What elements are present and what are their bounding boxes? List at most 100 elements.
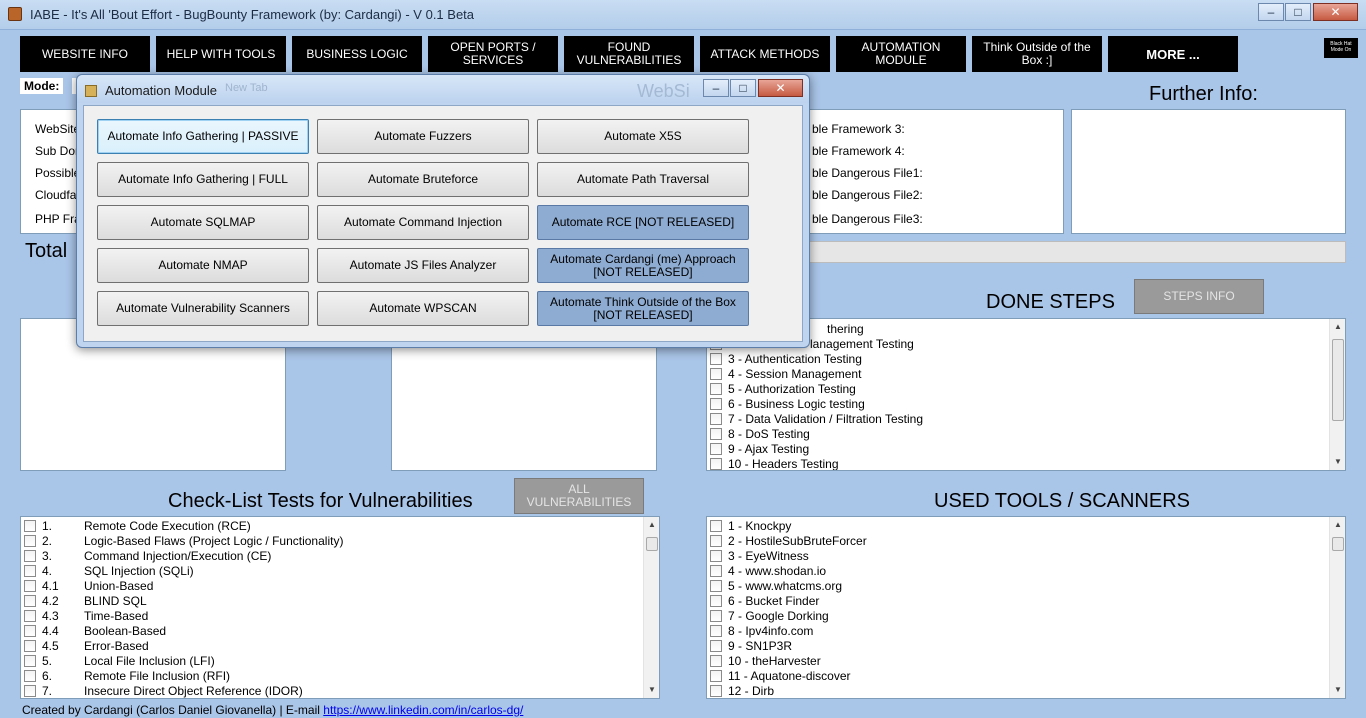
checkbox[interactable] [710, 564, 722, 577]
nav-attack-methods[interactable]: ATTACK METHODS [700, 36, 830, 72]
checkbox[interactable] [710, 412, 722, 425]
list-item[interactable]: 1. Remote Code Execution (RCE) [24, 518, 251, 533]
automate-sqlmap-button[interactable]: Automate SQLMAP [97, 205, 309, 240]
list-item[interactable]: 3 - Authentication Testing [710, 351, 862, 366]
list-item[interactable]: 6. Remote File Inclusion (RFI) [24, 668, 230, 683]
dialog-close-button[interactable]: ✕ [758, 79, 803, 97]
list-item[interactable]: 3. Command Injection/Execution (CE) [24, 548, 271, 563]
nav-open-ports[interactable]: OPEN PORTS / SERVICES [428, 36, 558, 72]
list-item[interactable]: 4 - Session Management [710, 366, 861, 381]
linkedin-link[interactable]: https://www.linkedin.com/in/carlos-dg/ [323, 703, 523, 717]
list-item[interactable]: 2. Logic-Based Flaws (Project Logic / Fun… [24, 533, 343, 548]
checkbox[interactable] [24, 579, 36, 592]
scroll-up-icon[interactable]: ▲ [1330, 517, 1345, 533]
automate-js-files-analyzer-button[interactable]: Automate JS Files Analyzer [317, 248, 529, 283]
list-item[interactable]: 5. Local File Inclusion (LFI) [24, 653, 215, 668]
minimize-button[interactable]: – [1258, 3, 1284, 21]
list-item[interactable]: 4.5 Error-Based [24, 638, 149, 653]
scroll-thumb[interactable] [646, 537, 658, 551]
checkbox[interactable] [24, 609, 36, 622]
nav-think-outside[interactable]: Think Outside of the Box :] [972, 36, 1102, 72]
automate-rce-button[interactable]: Automate RCE [NOT RELEASED] [537, 205, 749, 240]
scroll-down-icon[interactable]: ▼ [644, 682, 659, 698]
checkbox[interactable] [24, 624, 36, 637]
dialog-titlebar[interactable]: Automation Module New Tab WebSi – □ ✕ [77, 75, 809, 103]
list-item[interactable]: 11 - Aquatone-discover [710, 668, 851, 683]
list-item[interactable]: 4.4 Boolean-Based [24, 623, 166, 638]
checkbox[interactable] [24, 684, 36, 697]
list-item[interactable]: 8 - Ipv4info.com [710, 623, 813, 638]
checkbox[interactable] [710, 367, 722, 380]
list-item[interactable]: 6 - Business Logic testing [710, 396, 865, 411]
checkbox[interactable] [710, 534, 722, 547]
checkbox[interactable] [710, 442, 722, 455]
nav-website-info[interactable]: WEBSITE INFO [20, 36, 150, 72]
checkbox[interactable] [710, 519, 722, 532]
scroll-up-icon[interactable]: ▲ [644, 517, 659, 533]
scroll-down-icon[interactable]: ▼ [1330, 682, 1345, 698]
checkbox[interactable] [710, 457, 722, 470]
nav-found-vulnerabilities[interactable]: FOUND VULNERABILITIES [564, 36, 694, 72]
checkbox[interactable] [710, 594, 722, 607]
nav-automation-module[interactable]: AUTOMATION MODULE [836, 36, 966, 72]
list-item[interactable]: 4.2 BLIND SQL [24, 593, 147, 608]
done-steps-scrollbar[interactable]: ▲ ▼ [1329, 319, 1345, 470]
checkbox[interactable] [710, 352, 722, 365]
checkbox[interactable] [24, 549, 36, 562]
all-vulnerabilities-button[interactable]: ALL VULNERABILITIES [514, 478, 644, 514]
automate-bruteforce-button[interactable]: Automate Bruteforce [317, 162, 529, 197]
dialog-minimize-button[interactable]: – [703, 79, 729, 97]
automate-xss-button[interactable]: Automate X5S [537, 119, 749, 154]
list-item[interactable]: 8 - DoS Testing [710, 426, 810, 441]
automate-wpscan-button[interactable]: Automate WPSCAN [317, 291, 529, 326]
list-item[interactable]: 2 - HostileSubBruteForcer [710, 533, 867, 548]
checkbox[interactable] [24, 669, 36, 682]
checkbox[interactable] [710, 549, 722, 562]
checkbox[interactable] [710, 397, 722, 410]
checkbox[interactable] [710, 427, 722, 440]
list-item[interactable]: 4. SQL Injection (SQLi) [24, 563, 194, 578]
checkbox[interactable] [24, 654, 36, 667]
checkbox[interactable] [24, 534, 36, 547]
automate-fuzzers-button[interactable]: Automate Fuzzers [317, 119, 529, 154]
checklist-scrollbar[interactable]: ▲ ▼ [643, 517, 659, 698]
checkbox[interactable] [710, 684, 722, 697]
automate-nmap-button[interactable]: Automate NMAP [97, 248, 309, 283]
checkbox[interactable] [710, 579, 722, 592]
checkbox[interactable] [710, 639, 722, 652]
steps-info-button[interactable]: STEPS INFO [1134, 279, 1264, 314]
scroll-up-icon[interactable]: ▲ [1330, 319, 1345, 335]
list-item[interactable]: 4.3 Time-Based [24, 608, 148, 623]
scroll-down-icon[interactable]: ▼ [1330, 454, 1345, 470]
checkbox[interactable] [710, 624, 722, 637]
nav-business-logic[interactable]: BUSINESS LOGIC [292, 36, 422, 72]
automate-info-gathering-passive-button[interactable]: Automate Info Gathering | PASSIVE [97, 119, 309, 154]
list-item[interactable]: 10 - Headers Testing [710, 456, 839, 470]
list-item[interactable]: 12 - Dirb [710, 683, 774, 698]
automate-info-gathering-full-button[interactable]: Automate Info Gathering | FULL [97, 162, 309, 197]
list-item[interactable]: 5 - Authorization Testing [710, 381, 856, 396]
list-item[interactable]: 4.1 Union-Based [24, 578, 153, 593]
black-hat-mode-button[interactable]: Black Hat Mode On [1324, 38, 1358, 58]
automate-path-traversal-button[interactable]: Automate Path Traversal [537, 162, 749, 197]
list-item[interactable]: 7 - Google Dorking [710, 608, 829, 623]
checkbox[interactable] [24, 594, 36, 607]
checkbox[interactable] [24, 519, 36, 532]
list-item[interactable]: 9 - Ajax Testing [710, 441, 809, 456]
checkbox[interactable] [24, 639, 36, 652]
list-item[interactable]: 10 - theHarvester [710, 653, 821, 668]
checkbox[interactable] [710, 669, 722, 682]
tools-scrollbar[interactable]: ▲ ▼ [1329, 517, 1345, 698]
scroll-thumb[interactable] [1332, 537, 1344, 551]
list-item[interactable]: 5 - www.whatcms.org [710, 578, 842, 593]
list-item[interactable]: 6 - Bucket Finder [710, 593, 819, 608]
automate-think-outside-button[interactable]: Automate Think Outside of the Box [NOT R… [537, 291, 749, 326]
checkbox[interactable] [710, 609, 722, 622]
list-item[interactable]: 7. Insecure Direct Object Reference (IDOR… [24, 683, 303, 698]
scroll-thumb[interactable] [1332, 339, 1344, 421]
list-item[interactable]: 4 - www.shodan.io [710, 563, 826, 578]
close-button[interactable]: ✕ [1313, 3, 1358, 21]
list-item[interactable]: 7 - Data Validation / Filtration Testing [710, 411, 923, 426]
automate-vulnerability-scanners-button[interactable]: Automate Vulnerability Scanners [97, 291, 309, 326]
checkbox[interactable] [24, 564, 36, 577]
